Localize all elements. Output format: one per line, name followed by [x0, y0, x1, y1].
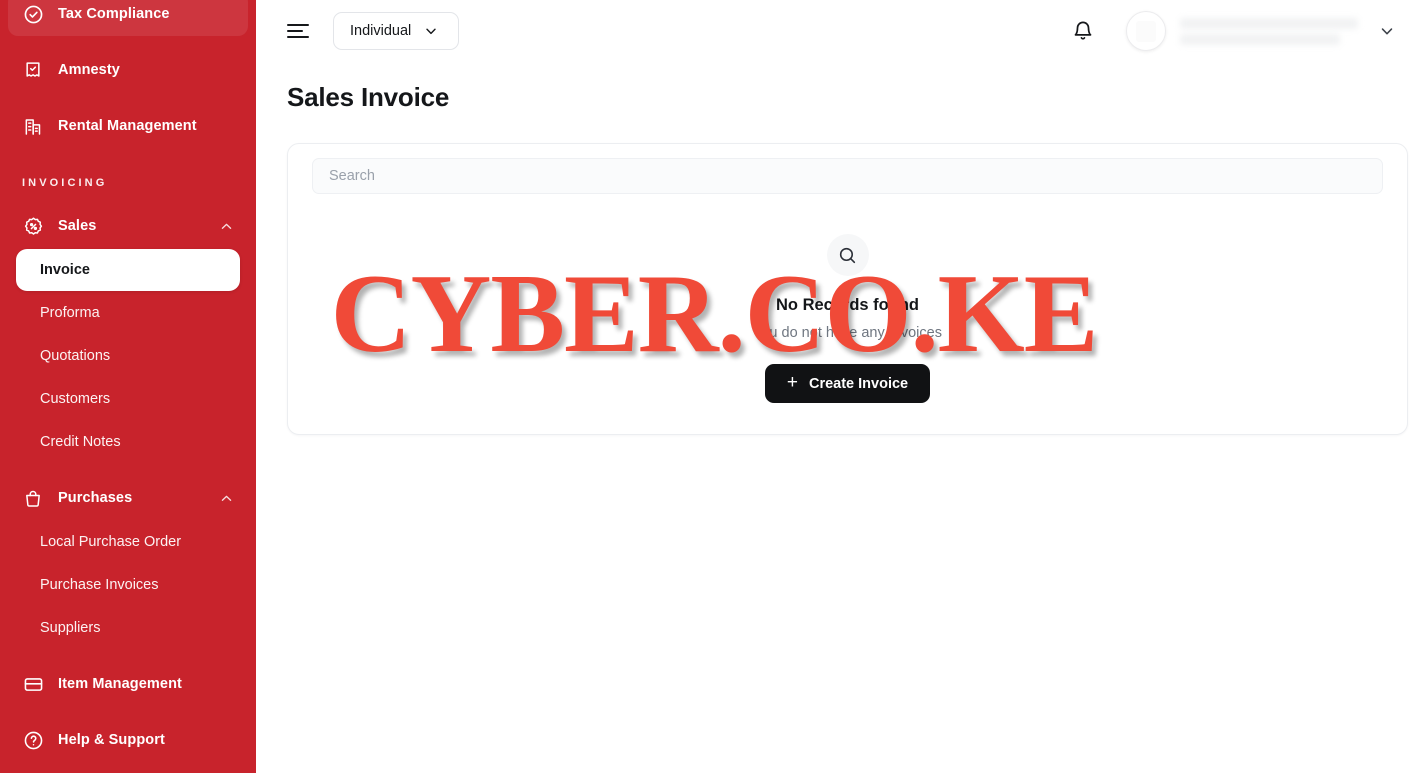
question-circle-icon: [22, 729, 44, 751]
check-circle-icon: [22, 3, 44, 25]
search-input[interactable]: [329, 168, 1366, 184]
sidebar-subitem-label: Credit Notes: [40, 434, 121, 450]
app-root: Tax Compliance Amnesty Rental Management…: [0, 0, 1428, 773]
receipt-check-icon: [22, 59, 44, 81]
empty-state-subtitle: You do not have any Invoices: [753, 325, 942, 341]
empty-state-title: No Records found: [776, 296, 919, 314]
sidebar-scrollbar[interactable]: [251, 0, 255, 773]
plus-icon: +: [786, 372, 798, 393]
user-name-blur-line: [1180, 17, 1358, 29]
chevron-up-icon[interactable]: [218, 218, 234, 234]
empty-state: No Records found You do not have any Inv…: [312, 234, 1383, 403]
hamburger-icon[interactable]: [287, 19, 311, 43]
bag-icon: [22, 487, 44, 509]
main-content: Individual Sales Invoice Search No Recor…: [256, 0, 1428, 773]
sidebar-item-label: Item Management: [58, 676, 182, 692]
sidebar-subitem-label: Suppliers: [40, 620, 101, 636]
avatar[interactable]: [1126, 11, 1166, 51]
sidebar-group-label: Purchases: [58, 490, 133, 506]
sidebar-item-local-purchase-order[interactable]: Local Purchase Order: [16, 521, 240, 563]
create-invoice-button[interactable]: + Create Invoice: [764, 364, 931, 403]
sidebar-item-suppliers[interactable]: Suppliers: [16, 607, 240, 649]
sidebar-item-help-support[interactable]: Help & Support: [8, 718, 248, 762]
bell-icon[interactable]: [1068, 16, 1098, 46]
sidebar-item-label: Amnesty: [58, 62, 120, 78]
search-field-wrapper[interactable]: [312, 158, 1383, 194]
invoice-list-card: No Records found You do not have any Inv…: [287, 143, 1408, 435]
sidebar-item-customers[interactable]: Customers: [16, 378, 240, 420]
chevron-down-icon: [423, 23, 439, 39]
building-icon: [22, 115, 44, 137]
sidebar-item-quotations[interactable]: Quotations: [16, 335, 240, 377]
sidebar-section-label-invoicing: INVOICING: [22, 177, 108, 189]
sidebar-item-tax-compliance[interactable]: Tax Compliance: [8, 0, 248, 36]
sidebar-item-proforma[interactable]: Proforma: [16, 292, 240, 334]
topbar-right-cluster: [1068, 11, 1398, 51]
sidebar-item-invoice[interactable]: Invoice: [16, 249, 240, 291]
sidebar: Tax Compliance Amnesty Rental Management…: [0, 0, 256, 773]
entity-type-value: Individual: [350, 23, 412, 39]
search-icon: [826, 234, 869, 276]
page-title: Sales Invoice: [287, 82, 450, 112]
user-name-redacted: [1180, 17, 1370, 45]
topbar: Individual: [256, 0, 1428, 62]
sidebar-group-sales[interactable]: Sales: [8, 204, 248, 248]
sidebar-item-purchase-invoices[interactable]: Purchase Invoices: [16, 564, 240, 606]
sidebar-subitem-label: Invoice: [40, 262, 90, 278]
sidebar-item-credit-notes[interactable]: Credit Notes: [16, 421, 240, 463]
sidebar-subitem-label: Proforma: [40, 305, 100, 321]
chevron-down-icon[interactable]: [1376, 20, 1398, 42]
entity-type-select[interactable]: Individual: [333, 12, 459, 50]
percent-badge-icon: [22, 215, 44, 237]
chevron-up-icon[interactable]: [218, 490, 234, 506]
sidebar-subitem-label: Local Purchase Order: [40, 534, 182, 550]
create-invoice-label: Create Invoice: [808, 375, 909, 392]
sidebar-item-rental-management[interactable]: Rental Management: [8, 104, 248, 148]
sidebar-subitem-label: Customers: [40, 391, 111, 407]
sidebar-group-label: Sales: [58, 218, 97, 234]
sidebar-item-label: Rental Management: [58, 118, 197, 134]
user-email-blur-line: [1180, 33, 1340, 45]
card-icon: [22, 673, 44, 695]
sidebar-subitem-label: Purchase Invoices: [40, 577, 159, 593]
sidebar-item-label: Tax Compliance: [58, 6, 170, 22]
avatar-placeholder: [1136, 20, 1156, 42]
sidebar-item-label: Help & Support: [58, 732, 165, 748]
sidebar-item-amnesty[interactable]: Amnesty: [8, 48, 248, 92]
sidebar-group-purchases[interactable]: Purchases: [8, 476, 248, 520]
sidebar-subitem-label: Quotations: [40, 348, 111, 364]
sidebar-item-item-management[interactable]: Item Management: [8, 662, 248, 706]
